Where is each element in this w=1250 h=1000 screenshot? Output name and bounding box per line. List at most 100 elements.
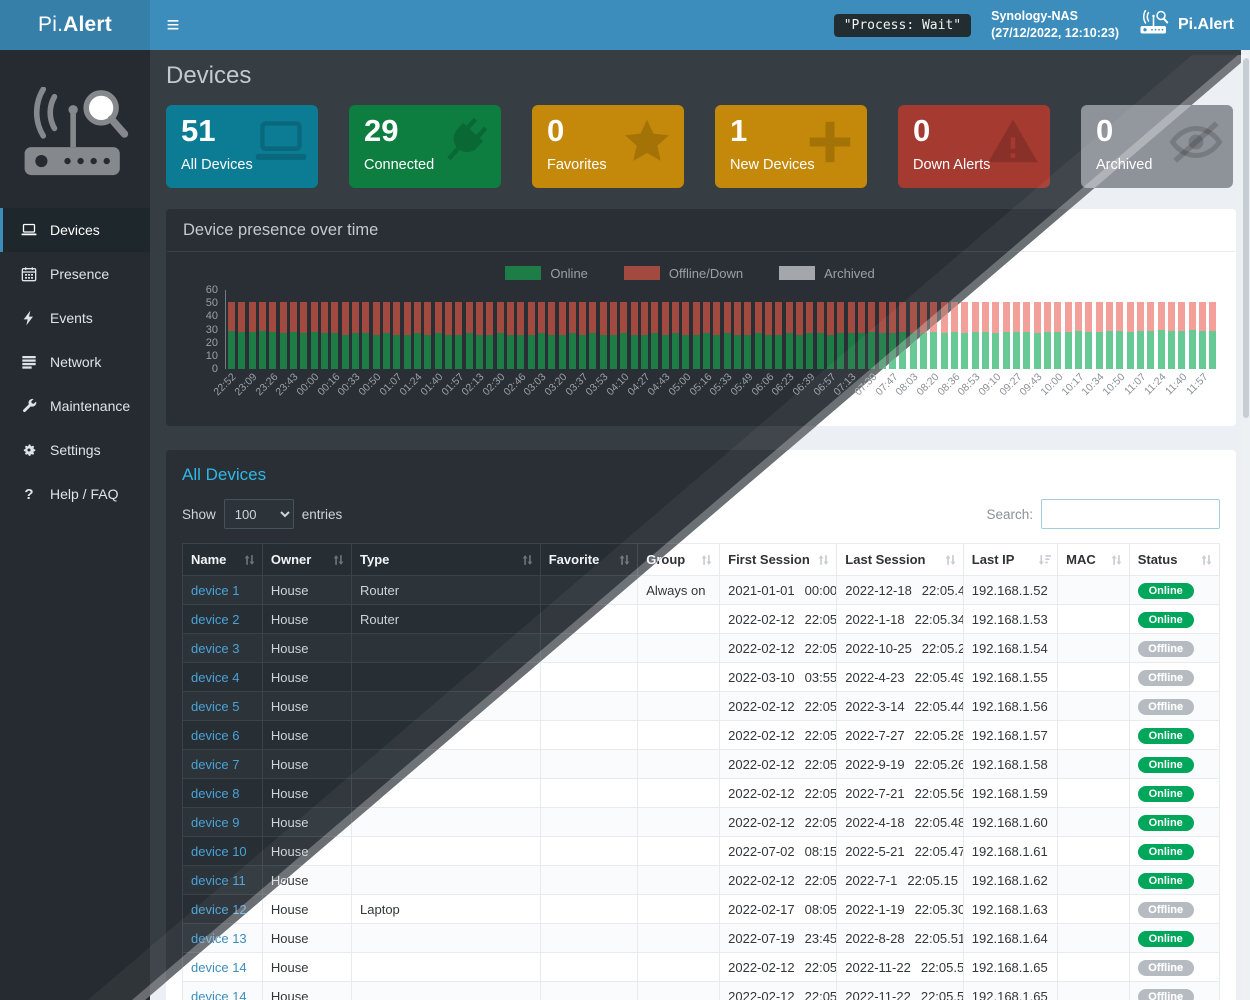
column-header-last-session[interactable]: Last Session [837,544,964,576]
online-segment [424,335,431,369]
column-header-owner[interactable]: Owner [262,544,351,576]
device-link[interactable]: device 2 [191,612,239,627]
presence-bar [321,302,328,369]
legend-item-archived[interactable]: Archived [779,266,875,281]
device-row: device 14House2022-02-1222:052022-11-222… [183,953,1220,982]
stat-card-down-alerts[interactable]: 0Down Alerts [898,105,1050,188]
column-header-favorite[interactable]: Favorite [540,544,637,576]
sort-icon [700,553,713,566]
scrollbar-track[interactable] [1241,50,1250,1000]
online-segment [538,333,545,369]
presence-bar [662,302,669,369]
status-cell: Offline [1129,953,1219,982]
offline-segment [362,302,369,334]
sidebar-toggle-button[interactable]: ≡ [150,0,196,50]
owner-cell: House [262,779,351,808]
device-link[interactable]: device 8 [191,786,239,801]
offline-segment [1116,302,1123,331]
page-size-select[interactable]: 100 [224,499,294,529]
sidebar-item-label: Maintenance [50,398,130,414]
sidebar-item-settings[interactable]: Settings [0,428,150,472]
offline-segment [579,302,586,335]
plug-icon [437,115,491,169]
sidebar-item-maintenance[interactable]: Maintenance [0,384,150,428]
online-segment [672,333,679,369]
session-time: 22:05.34 [915,612,964,627]
online-segment [579,335,586,369]
laptop-icon [20,222,38,238]
offline-segment [1189,302,1196,330]
navbar-app-link[interactable]: Pi.Alert [1139,10,1234,40]
star-icon [620,115,674,169]
brand-logo[interactable]: Pi.Alert [0,0,150,50]
last-ip-cell: 192.168.1.64 [963,924,1057,953]
group-cell: Always on [638,576,720,605]
device-link[interactable]: device 6 [191,728,239,743]
stat-card-all-devices[interactable]: 51All Devices [166,105,318,188]
group-cell [638,663,720,692]
offline-segment [744,302,751,335]
legend-item-online[interactable]: Online [505,266,588,281]
search-input[interactable] [1041,499,1220,529]
offline-segment [1013,302,1020,332]
sidebar-item-events[interactable]: Events [0,296,150,340]
device-link[interactable]: device 9 [191,815,239,830]
online-segment [765,335,772,369]
sidebar-item-help-faq[interactable]: ?Help / FAQ [0,472,150,516]
device-link[interactable]: device 10 [191,844,247,859]
owner-cell: House [262,692,351,721]
device-link[interactable]: device 1 [191,583,239,598]
sort-icon [1110,553,1123,566]
status-badge: Online [1138,873,1194,889]
status-cell: Online [1129,924,1219,953]
presence-bar [435,302,442,369]
column-header-mac[interactable]: MAC [1058,544,1130,576]
last-ip-cell: 192.168.1.65 [963,953,1057,982]
stat-card-connected[interactable]: 29Connected [349,105,501,188]
column-header-type[interactable]: Type [352,544,541,576]
presence-bar [765,302,772,369]
device-link[interactable]: device 7 [191,757,239,772]
column-header-first-session[interactable]: First Session [720,544,837,576]
offline-segment [249,302,256,332]
online-segment [331,333,338,369]
owner-cell: House [262,982,351,1000]
sidebar-item-label: Help / FAQ [50,486,118,502]
session-time: 03:55 [805,670,837,685]
presence-bar [806,302,813,369]
favorite-cell [540,750,637,779]
first-session-cell: 2022-03-1003:55 [720,663,837,692]
first-session-cell: 2022-02-1222:05 [720,605,837,634]
stat-card-new-devices[interactable]: 1New Devices [715,105,867,188]
device-link[interactable]: device 12 [191,902,247,917]
column-header-name[interactable]: Name [183,544,263,576]
online-segment [290,332,297,369]
device-link[interactable]: device 3 [191,641,239,656]
favorite-cell [540,924,637,953]
device-link[interactable]: device 11 [191,873,246,888]
device-link[interactable]: device 14 [191,960,247,975]
show-label: Show [182,507,216,522]
scrollbar-thumb[interactable] [1243,58,1249,418]
sidebar-item-network[interactable]: Network [0,340,150,384]
first-session-cell: 2022-02-1708:05 [720,895,837,924]
page-title: Devices [166,62,1236,90]
column-header-last-ip[interactable]: Last IP [963,544,1057,576]
sidebar-item-devices[interactable]: Devices [0,208,150,252]
online-segment [837,333,844,369]
status-cell: Online [1129,750,1219,779]
device-link[interactable]: device 4 [191,670,239,685]
offline-segment [631,302,638,335]
status-cell: Online [1129,576,1219,605]
online-segment [796,335,803,369]
sort-icon [332,553,345,566]
online-segment [786,333,793,369]
device-link[interactable]: device 14 [191,989,247,1000]
stat-card-favorites[interactable]: 0Favorites [532,105,684,188]
offline-segment [424,302,431,335]
type-cell [352,924,541,953]
device-link[interactable]: device 5 [191,699,239,714]
legend-item-offline-down[interactable]: Offline/Down [624,266,743,281]
column-header-status[interactable]: Status [1129,544,1219,576]
sidebar-item-presence[interactable]: Presence [0,252,150,296]
